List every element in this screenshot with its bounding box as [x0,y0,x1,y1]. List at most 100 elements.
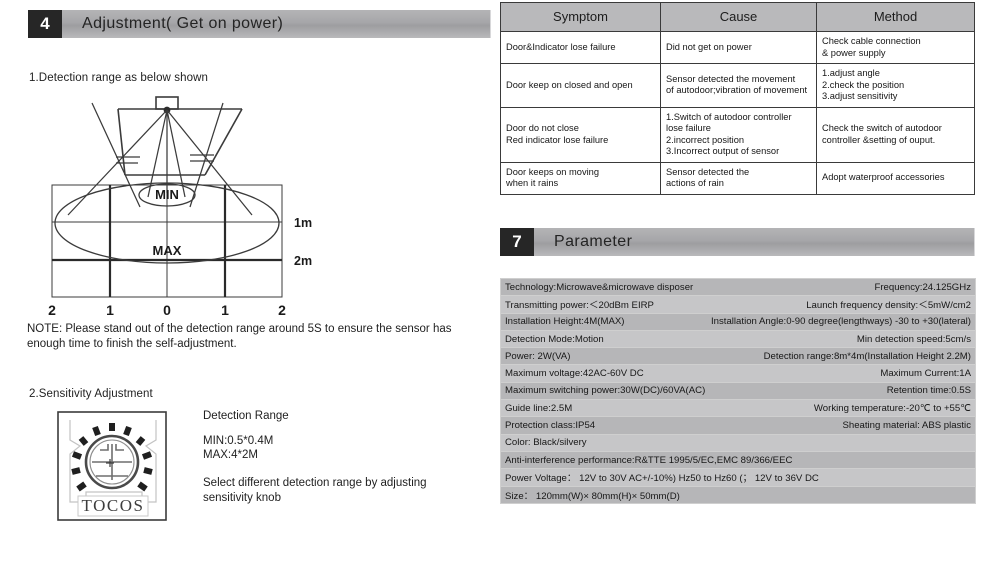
table-row: Door keeps on moving when it rains Sensor… [500,161,975,195]
parameter-value: Installation Angle:0-90 degree(lengthway… [711,316,971,328]
parameter-value: Launch frequency density:＜5mW/cm2 [806,300,971,312]
table-row: Door&Indicator lose failure Did not get o… [500,31,975,64]
parameter-value: Sheating material: ABS plastic [842,420,971,432]
parameter-label: Protection class:IP54 [505,420,596,432]
parameter-value: Retention time:0.5S [886,385,971,397]
cell-line: actions of rain [666,178,724,188]
cell-line: Door keeps on moving [506,166,600,177]
section-header-adjustment: 4 Adjustment( Get on power) [28,10,491,38]
detection-range-diagram: MIN MAX 1m 2m 2 1 0 1 2 [30,85,330,325]
parameter-row: Maximum switching power:30W(DC)/60VA(AC)… [501,382,975,401]
depth-label-1m: 1m [294,216,312,230]
table-cell-method: Adopt waterproof accessories [816,161,975,195]
parameter-row: Installation Height:4M(MAX) Installation … [501,313,975,331]
parameter-label: Maximum switching power:30W(DC)/60VA(AC) [505,385,706,397]
column-header-cause: Cause [660,2,817,32]
cell-line: Sensor detected the movement [666,73,796,84]
table-cell-method: 1.adjust angle 2.check the position 3.adju… [816,63,975,108]
table-cell-symptom: Door do not close Red indicator lose fail… [500,106,661,163]
cell-line: Door do not close [506,123,579,133]
column-header-symptom: Symptom [500,2,661,32]
detection-range-min: MIN:0.5*0.4M [203,435,274,447]
parameter-value: Frequency:24.125GHz [874,281,971,293]
detection-range-heading: 1.Detection range as below shown [29,72,209,84]
cell-line: Check the switch of autodoor [822,123,942,133]
parameter-row: Size： 120mm(W)× 80mm(H)× 50mm(D) [501,486,975,504]
troubleshooting-table: Symptom Cause Method Door&Indicator lose… [500,2,975,195]
table-cell-cause: Did not get on power [660,31,817,64]
parameter-label: Guide line:2.5M [505,402,573,414]
min-label: MIN [155,187,179,202]
parameter-row: Power Voltage： 12V to 30V AC+/-10%) Hz50… [501,469,975,487]
section-header-parameter: 7 Parameter [500,228,975,256]
parameter-value: Min detection speed:5cm/s [856,333,971,345]
table-cell-cause: 1.Switch of autodoor controller lose fai… [660,106,817,163]
sensitivity-heading: 2.Sensitivity Adjustment [29,388,153,400]
detection-range-note-line2: sensitivity knob [203,491,281,504]
table-cell-cause: Sensor detected the actions of rain [660,161,817,195]
axis-label-right-1: 1 [221,302,229,318]
parameter-label: Installation Height:4M(MAX) [505,316,625,328]
parameter-label: Color: Black/silvery [505,437,587,449]
table-cell-method: Check cable connection & power supply [816,31,975,64]
parameter-value: Maximum Current:1A [880,368,971,380]
parameter-row: Technology:Microwave&microwave disposer F… [501,279,975,297]
parameter-row: Anti-interference performance:R&TTE 1995… [501,451,975,470]
parameter-label: Transmitting power:＜20dBm EIRP [505,300,654,312]
table-header-row: Symptom Cause Method [500,2,975,32]
section-title-text: Adjustment( Get on power) [82,15,284,32]
parameter-row: Guide line:2.5M Working temperature:-20℃ … [501,400,975,418]
sensitivity-knob-svg: TOCOS [57,411,167,521]
table-cell-cause: Sensor detected the movement of autodoor;… [660,63,817,108]
cell-line: Door&Indicator lose failure [506,41,616,52]
parameter-value: Working temperature:-20℃ to +55℃ [813,402,971,414]
detection-range-svg: MIN MAX 1m 2m 2 1 0 1 2 [48,96,312,318]
table-cell-symptom: Door keep on closed and open [500,63,661,108]
axis-label-left-1: 1 [106,302,114,318]
section-number-badge: 7 [500,228,534,256]
parameter-label: Size： 120mm(W)× 80mm(H)× 50mm(D) [505,490,680,502]
parameter-row: Power: 2W(VA) Detection range:8m*4m(Insta… [501,348,975,366]
cell-line: 2.incorrect position [666,134,745,145]
cell-line: lose failure [666,123,711,133]
cell-line: Door keep on closed and open [506,79,633,90]
detection-range-title: Detection Range [203,410,289,422]
knob-brand-label: TOCOS [82,496,145,515]
cell-line: of autodoor;vibration of movement [666,85,808,96]
section-number-badge: 4 [28,10,62,38]
cell-line: Adopt waterproof accessories [822,172,945,183]
cell-line: 3.adjust sensitivity [822,91,898,101]
detection-range-note-line1: Select different detection range by adju… [203,477,427,489]
parameter-value: Detection range:8m*4m(Installation Heigh… [763,350,971,362]
table-row: Door do not close Red indicator lose fail… [500,106,975,163]
cell-line: Check cable connection [822,36,921,46]
cell-line: 3.Incorrect output of sensor [666,146,780,156]
max-label: MAX [153,243,182,258]
axis-label-right-2: 2 [278,302,286,318]
parameter-row: Detection Mode:Motion Min detection speed… [501,330,975,349]
cell-line: Sensor detected the [666,166,750,177]
cell-line: when it rains [506,178,559,188]
table-cell-method: Check the switch of autodoor controller &… [816,106,975,163]
parameter-label: Anti-interference performance:R&TTE 1995… [505,454,793,466]
parameter-label: Power: 2W(VA) [505,350,571,362]
parameter-list: Technology:Microwave&microwave disposer F… [500,278,976,504]
parameter-label: Power Voltage： 12V to 30V AC+/-10%) Hz50… [505,473,819,485]
sensitivity-knob-figure: TOCOS [52,406,176,526]
axis-label-left-2: 2 [48,302,56,318]
cell-line: 1.adjust angle [822,68,880,78]
cell-line: & power supply [822,47,886,58]
table-cell-symptom: Door&Indicator lose failure [500,31,661,64]
section-title-text: Parameter [554,233,633,250]
parameter-row: Color: Black/silvery [501,434,975,452]
cell-line: controller &setting of ouput. [822,134,936,145]
detection-range-max: MAX:4*2M [203,449,258,461]
column-header-method: Method [816,2,975,32]
parameter-row: Maximum voltage:42AC-60V DC Maximum Curre… [501,365,975,383]
cell-line: 1.Switch of autodoor controller [666,111,792,122]
axis-label-center-0: 0 [163,302,171,318]
parameter-row: Protection class:IP54 Sheating material: … [501,417,975,435]
parameter-label: Technology:Microwave&microwave disposer [505,281,694,293]
parameter-label: Detection Mode:Motion [505,333,604,345]
cell-line: 2.check the position [822,79,905,90]
